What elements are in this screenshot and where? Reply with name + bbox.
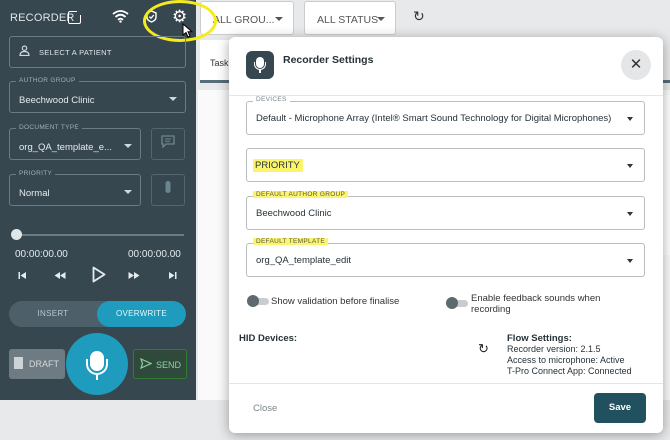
status-filter-value: ALL STATUS <box>317 14 379 26</box>
insert-overwrite-toggle[interactable]: INSERT OVERWRITE <box>9 301 186 327</box>
chat-icon[interactable] <box>151 128 185 160</box>
skip-next-icon[interactable] <box>168 271 177 283</box>
dialog-header: Recorder Settings ✕ <box>229 37 663 95</box>
divider <box>229 383 663 384</box>
priority-select[interactable]: PRIORITY <box>246 148 645 182</box>
recorder-header: RECORDER ↗ ⚙ <box>0 0 217 42</box>
send-button[interactable]: SEND <box>133 349 187 379</box>
chevron-down-icon <box>627 259 633 263</box>
popout-icon[interactable]: ↗ <box>68 8 83 24</box>
flow-settings-title: Flow Settings: <box>507 333 572 344</box>
refresh-icon[interactable]: ↻ <box>478 341 489 357</box>
document-type-select[interactable]: DOCUMENT TYPE org_QA_template_e... <box>9 124 141 160</box>
time-elapsed: 00:00:00.00 <box>15 249 68 260</box>
save-button[interactable]: Save <box>594 393 646 423</box>
wifi-icon <box>112 9 129 27</box>
recorder-panel: RECORDER ↗ ⚙ SELECT A PATIENT AUTHOR GRO… <box>0 0 217 400</box>
recorder-version: Recorder version: 2.1.5 <box>507 344 601 354</box>
recorder-title: RECORDER <box>10 12 75 24</box>
play-icon[interactable] <box>92 266 106 289</box>
validation-toggle-label: Show validation before finalise <box>271 296 400 307</box>
chevron-down-icon <box>627 164 633 168</box>
recorder-settings-dialog: Recorder Settings ✕ DEVICES Default - Mi… <box>229 37 663 433</box>
select-patient-label: SELECT A PATIENT <box>39 48 112 57</box>
hid-devices-label: HID Devices: <box>239 333 298 344</box>
priority-value: Normal <box>19 188 50 199</box>
divider <box>229 95 663 96</box>
default-template-legend: DEFAULT TEMPLATE <box>253 238 328 245</box>
feedback-sounds-toggle-label: Enable feedback sounds when recording <box>471 293 601 315</box>
insert-mode-button[interactable]: INSERT <box>9 301 97 327</box>
author-group-value: Beechwood Clinic <box>19 95 95 106</box>
playback-slider-handle[interactable] <box>11 229 22 240</box>
default-author-group-select[interactable]: DEFAULT AUTHOR GROUP Beechwood Clinic <box>246 191 645 230</box>
devices-value: Default - Microphone Array (Intel® Smart… <box>256 113 612 124</box>
draft-button[interactable]: DRAFT <box>9 349 65 379</box>
tab-task[interactable]: Task <box>200 40 230 82</box>
devices-legend: DEVICES <box>253 96 290 103</box>
skip-previous-icon[interactable] <box>18 271 27 283</box>
chevron-down-icon <box>377 17 385 21</box>
person-icon <box>19 45 30 59</box>
default-template-value: org_QA_template_edit <box>256 255 352 266</box>
author-group-select[interactable]: AUTHOR GROUP Beechwood Clinic <box>9 77 186 113</box>
validation-toggle[interactable] <box>247 295 269 307</box>
chevron-down-icon <box>627 117 633 121</box>
status-filter-select[interactable]: ALL STATUS <box>304 1 396 35</box>
author-group-legend: AUTHOR GROUP <box>16 77 79 84</box>
priority-legend: PRIORITY <box>16 170 56 177</box>
send-icon <box>139 357 153 372</box>
send-label: SEND <box>156 360 182 370</box>
devices-select[interactable]: DEVICES Default - Microphone Array (Inte… <box>246 96 645 135</box>
close-icon[interactable]: ✕ <box>621 50 651 80</box>
group-filter-value: ALL GROU... <box>213 14 275 26</box>
document-type-value: org_QA_template_e... <box>19 142 112 153</box>
draft-icon <box>14 357 23 369</box>
default-template-select[interactable]: DEFAULT TEMPLATE org_QA_template_edit <box>246 238 645 277</box>
feedback-sounds-toggle[interactable] <box>446 297 468 309</box>
default-author-group-value: Beechwood Clinic <box>256 208 332 219</box>
fast-forward-icon[interactable] <box>128 271 140 283</box>
refresh-icon[interactable]: ↻ <box>413 8 425 25</box>
chevron-down-icon <box>124 190 132 194</box>
playback-track[interactable] <box>16 234 184 236</box>
chevron-down-icon <box>275 17 283 21</box>
connect-app-status: T-Pro Connect App: Connected <box>507 366 632 376</box>
chevron-down-icon <box>169 97 177 101</box>
close-button[interactable]: Close <box>253 403 277 414</box>
document-type-legend: DOCUMENT TYPE <box>16 124 83 131</box>
dialog-title: Recorder Settings <box>283 54 374 66</box>
rewind-icon[interactable] <box>54 271 66 283</box>
time-total: 00:00:00.00 <box>128 249 181 260</box>
mic-icon[interactable] <box>151 174 185 206</box>
chevron-down-icon <box>124 144 132 148</box>
draft-label: DRAFT <box>29 359 59 369</box>
select-patient-button[interactable]: SELECT A PATIENT <box>9 36 186 68</box>
record-button[interactable] <box>66 333 128 395</box>
microphone-access-status: Access to microphone: Active <box>507 355 625 365</box>
priority-value: PRIORITY <box>253 159 303 172</box>
priority-select[interactable]: PRIORITY Normal <box>9 170 141 206</box>
tab-task-label: Task <box>210 58 229 68</box>
default-author-group-legend: DEFAULT AUTHOR GROUP <box>253 191 349 198</box>
mic-icon <box>246 51 274 79</box>
chevron-down-icon <box>627 212 633 216</box>
overwrite-mode-button[interactable]: OVERWRITE <box>97 301 186 327</box>
